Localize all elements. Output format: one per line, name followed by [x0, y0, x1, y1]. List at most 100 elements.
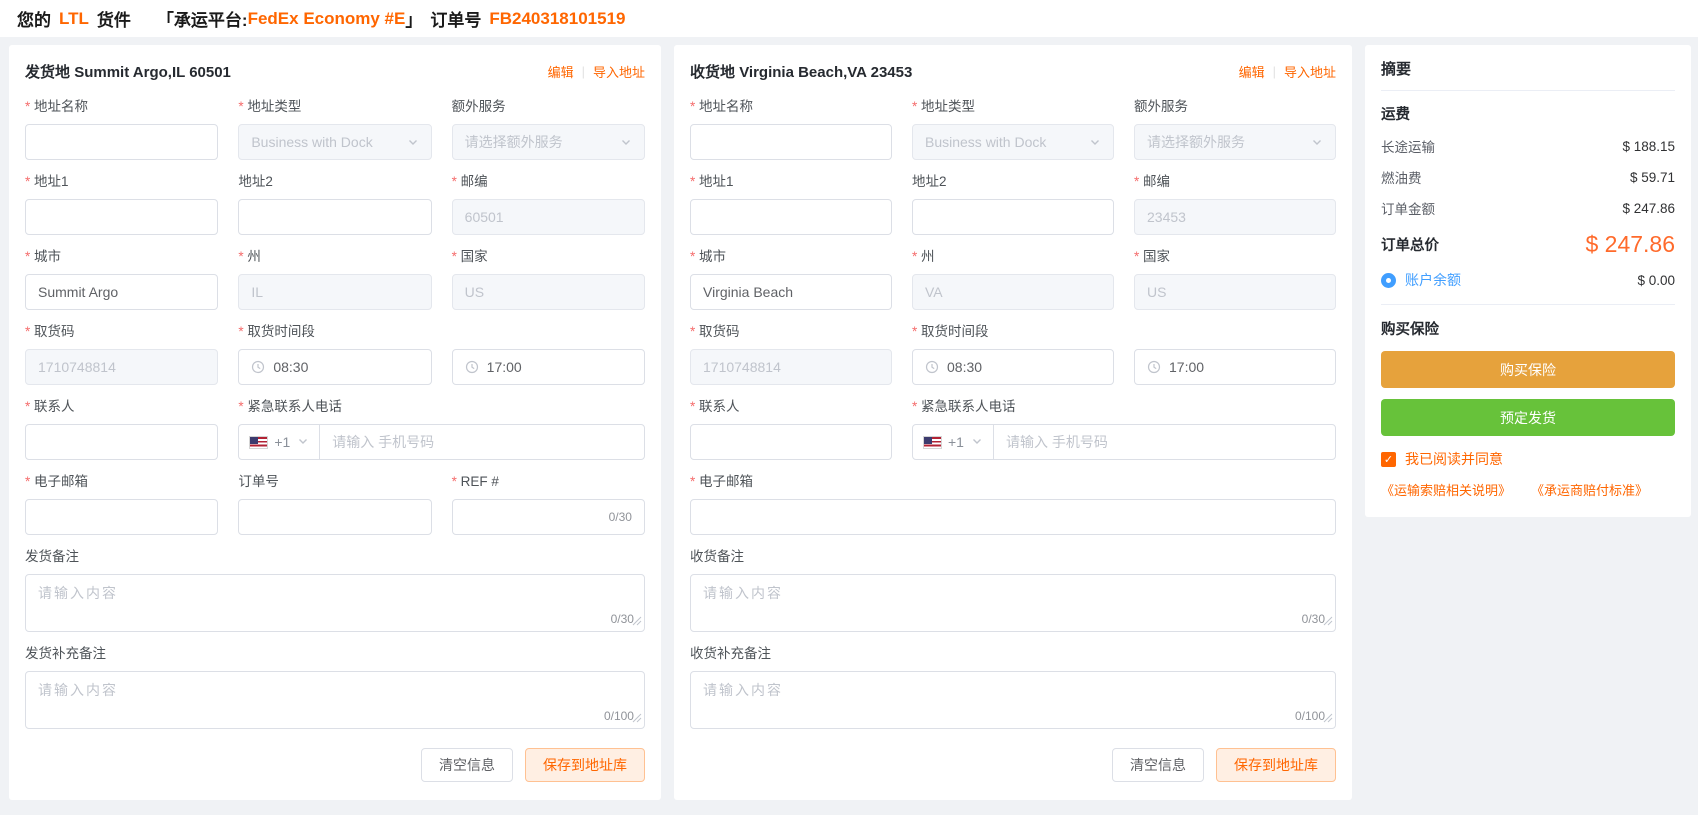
summary-panel: 摘要 运费 长途运输 $ 188.15 燃油费 $ 59.71 订单金额 $ 2…: [1365, 45, 1691, 517]
destination-pickup-end-time-input[interactable]: 17:00: [1134, 349, 1336, 385]
destination-country-code-select[interactable]: +1: [913, 425, 993, 459]
insurance-title: 购买保险: [1381, 318, 1675, 339]
order-total-label: 订单总价: [1381, 234, 1439, 255]
balance-radio-selected[interactable]: [1381, 273, 1396, 288]
origin-extra-service-label: 额外服务: [452, 98, 645, 116]
page-title: 您的LTL货件「承运平台:FedEx Economy #E」订单号FB24031…: [0, 0, 1698, 37]
origin-order-no-input[interactable]: [238, 499, 431, 535]
origin-ref-label: REF #: [452, 473, 645, 491]
destination-city-label: 城市: [690, 248, 892, 266]
char-counter: 0/30: [1302, 612, 1325, 626]
destination-zip-label: 邮编: [1134, 173, 1336, 191]
chevron-down-icon: [1311, 136, 1323, 148]
origin-note-textarea[interactable]: 请输入内容 0/30: [25, 574, 645, 632]
destination-panel: 收货地 Virginia Beach,VA 23453 编辑 | 导入地址 地址…: [674, 45, 1352, 800]
origin-pickup-window-label: 取货时间段: [238, 323, 645, 341]
clock-icon: [1147, 360, 1161, 374]
transport-claims-link[interactable]: 《运输索赔相关说明》: [1381, 480, 1511, 499]
destination-phone-label: 紧急联系人电话: [912, 398, 1336, 416]
account-balance-row: 账户余额 $ 0.00: [1381, 270, 1675, 290]
origin-zip-label: 邮编: [452, 173, 645, 191]
destination-pickup-start-time-input[interactable]: 08:30: [912, 349, 1114, 385]
fee-row-order-amount: 订单金额 $ 247.86: [1381, 198, 1675, 218]
destination-extra-note-textarea[interactable]: 请输入内容 0/100: [690, 671, 1336, 729]
origin-ref-input[interactable]: 0/30: [452, 499, 645, 535]
origin-address1-input[interactable]: [25, 199, 218, 235]
book-shipment-button[interactable]: 预定发货: [1381, 399, 1675, 436]
order-total-value: $ 247.86: [1585, 231, 1675, 258]
destination-note-label: 收货备注: [690, 548, 1336, 566]
origin-country-code-select[interactable]: +1: [239, 425, 319, 459]
order-number: FB240318101519: [489, 9, 625, 29]
destination-address-type-select: Business with Dock: [912, 124, 1114, 160]
destination-clear-button[interactable]: 清空信息: [1112, 748, 1204, 782]
agreement-text: 我已阅读并同意: [1405, 449, 1503, 469]
destination-edit-link[interactable]: 编辑: [1239, 62, 1265, 81]
us-flag-icon: [923, 436, 942, 449]
agreement-checkbox-checked[interactable]: ✓: [1381, 452, 1396, 467]
freight-title: 运费: [1381, 103, 1675, 124]
origin-extra-note-textarea[interactable]: 请输入内容 0/100: [25, 671, 645, 729]
origin-phone-input[interactable]: +1 请输入 手机号码: [238, 424, 645, 460]
destination-country-label: 国家: [1134, 248, 1336, 266]
destination-email-input[interactable]: [690, 499, 1336, 535]
fee-row-linehaul: 长途运输 $ 188.15: [1381, 136, 1675, 156]
origin-city-label: 城市: [25, 248, 218, 266]
destination-pickup-code-input: 1710748814: [690, 349, 892, 385]
carrier-compensation-link[interactable]: 《承运商赔付标准》: [1531, 480, 1648, 499]
char-counter: 0/30: [611, 612, 634, 626]
origin-country-input: US: [452, 274, 645, 310]
resize-handle-icon[interactable]: [632, 613, 642, 629]
origin-note-label: 发货备注: [25, 548, 645, 566]
us-flag-icon: [249, 436, 268, 449]
origin-address-name-input[interactable]: [25, 124, 218, 160]
destination-save-address-button[interactable]: 保存到地址库: [1216, 748, 1336, 782]
destination-title: 收货地 Virginia Beach,VA 23453: [690, 61, 912, 82]
platform-bracket-close: 」: [405, 6, 422, 31]
origin-address-summary: Summit Argo,IL 60501: [74, 64, 231, 81]
origin-contact-input[interactable]: [25, 424, 218, 460]
destination-contact-input[interactable]: [690, 424, 892, 460]
destination-state-label: 州: [912, 248, 1114, 266]
origin-extra-note-label: 发货补充备注: [25, 645, 645, 663]
destination-extra-service-select: 请选择额外服务: [1134, 124, 1336, 160]
platform-bracket-open: 「承运平台:: [157, 6, 248, 31]
resize-handle-icon[interactable]: [632, 710, 642, 726]
destination-note-textarea[interactable]: 请输入内容 0/30: [690, 574, 1336, 632]
origin-address1-label: 地址1: [25, 173, 218, 191]
origin-import-address-link[interactable]: 导入地址: [593, 62, 645, 81]
buy-insurance-button[interactable]: 购买保险: [1381, 351, 1675, 388]
origin-email-input[interactable]: [25, 499, 218, 535]
destination-pickup-window-label: 取货时间段: [912, 323, 1336, 341]
clock-icon: [465, 360, 479, 374]
chevron-down-icon: [971, 434, 983, 450]
destination-address2-input[interactable]: [912, 199, 1114, 235]
link-separator: |: [1273, 64, 1276, 79]
resize-handle-icon[interactable]: [1323, 710, 1333, 726]
destination-city-input[interactable]: [690, 274, 892, 310]
origin-pickup-code-label: 取货码: [25, 323, 218, 341]
origin-email-label: 电子邮箱: [25, 473, 218, 491]
resize-handle-icon[interactable]: [1323, 613, 1333, 629]
origin-clear-button[interactable]: 清空信息: [421, 748, 513, 782]
origin-edit-link[interactable]: 编辑: [548, 62, 574, 81]
destination-pickup-code-label: 取货码: [690, 323, 892, 341]
origin-phone-number-field[interactable]: 请输入 手机号码: [320, 432, 644, 452]
destination-address1-input[interactable]: [690, 199, 892, 235]
agreement-row: ✓ 我已阅读并同意: [1381, 449, 1675, 469]
destination-address2-label: 地址2: [912, 173, 1114, 191]
destination-address-name-input[interactable]: [690, 124, 892, 160]
chevron-down-icon: [620, 136, 632, 148]
chevron-down-icon: [407, 136, 419, 148]
origin-state-label: 州: [238, 248, 431, 266]
fee-row-fuel: 燃油费 $ 59.71: [1381, 167, 1675, 187]
origin-pickup-start-time-input[interactable]: 08:30: [238, 349, 431, 385]
origin-pickup-end-time-input[interactable]: 17:00: [452, 349, 645, 385]
origin-save-address-button[interactable]: 保存到地址库: [525, 748, 645, 782]
destination-import-address-link[interactable]: 导入地址: [1284, 62, 1336, 81]
destination-phone-number-field[interactable]: 请输入 手机号码: [994, 432, 1335, 452]
destination-phone-input[interactable]: +1 请输入 手机号码: [912, 424, 1336, 460]
origin-address-type-label: 地址类型: [238, 98, 431, 116]
origin-city-input[interactable]: [25, 274, 218, 310]
origin-address2-input[interactable]: [238, 199, 431, 235]
